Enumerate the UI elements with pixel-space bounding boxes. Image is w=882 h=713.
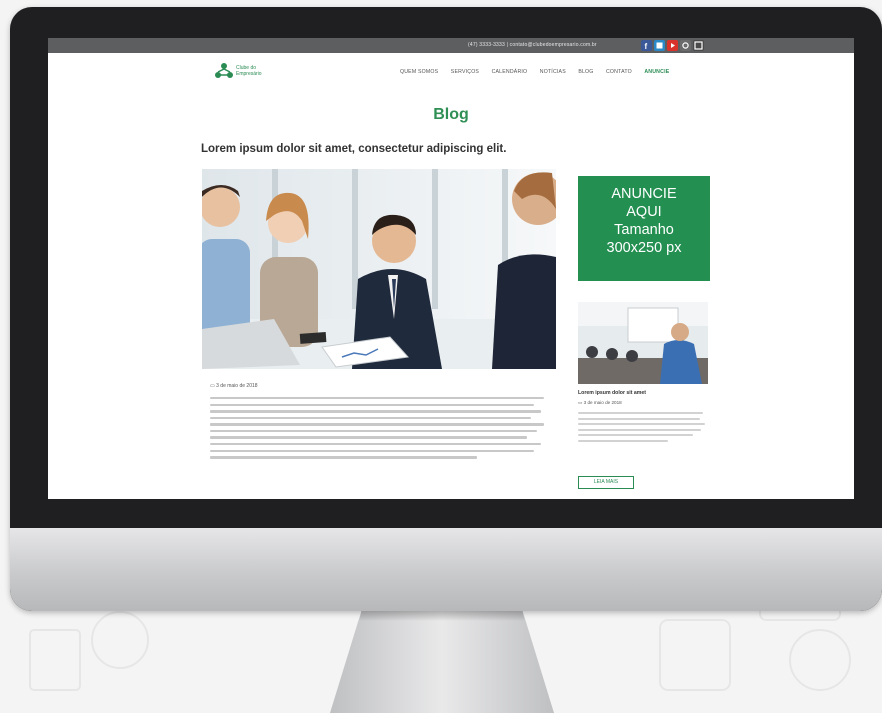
nav-item-servicos[interactable]: SERVIÇOS xyxy=(451,69,479,75)
ad-banner[interactable]: ANUNCIE AQUI Tamanho 300x250 px xyxy=(578,176,710,281)
website-screen: (47) 3333-3333 | contato@clubedoempresar… xyxy=(48,38,854,499)
nav-item-blog[interactable]: BLOG xyxy=(578,69,593,75)
nav-item-anuncie[interactable]: ANUNCIE xyxy=(644,69,669,75)
linkedin-icon[interactable] xyxy=(654,40,665,51)
logo-text: Clube do Empresário xyxy=(236,65,296,77)
post-featured-image[interactable] xyxy=(202,169,556,369)
svg-text:f: f xyxy=(645,42,648,51)
read-more-button[interactable]: LEIA MAIS xyxy=(578,476,634,489)
sidebar-post-date-text: 3 de maio de 2018 xyxy=(583,400,622,405)
nav-item-calendario[interactable]: CALENDÁRIO xyxy=(492,69,528,75)
ad-line-1: ANUNCIE xyxy=(611,186,677,202)
post-title[interactable]: Lorem ipsum dolor sit amet, consectetur … xyxy=(201,143,506,155)
sidebar-post-title[interactable]: Lorem ipsum dolor sit amet xyxy=(578,390,646,396)
site-logo[interactable]: Clube do Empresário xyxy=(214,61,294,81)
post-excerpt-text xyxy=(210,397,544,463)
monitor-stand xyxy=(330,611,554,713)
post-date: ▭ 3 de maio de 2018 xyxy=(210,383,258,389)
monitor-stand-shadow xyxy=(359,611,525,621)
ad-line-4: 300x250 px xyxy=(606,240,682,256)
nav-item-contato[interactable]: CONTATO xyxy=(606,69,632,75)
sidebar-post-image[interactable] xyxy=(578,302,708,384)
contact-info: (47) 3333-3333 | contato@clubedoempresar… xyxy=(468,42,597,48)
logo-icon xyxy=(215,63,233,78)
facebook-icon[interactable]: f xyxy=(641,40,652,51)
nav-item-quem-somos[interactable]: QUEM SOMOS xyxy=(400,69,438,75)
top-bar: (47) 3333-3333 | contato@clubedoempresar… xyxy=(48,38,854,53)
linkedin-square-icon[interactable] xyxy=(693,40,704,51)
monitor-frame: (47) 3333-3333 | contato@clubedoempresar… xyxy=(10,7,882,611)
nav-item-noticias[interactable]: NOTÍCIAS xyxy=(540,69,566,75)
logo-line-2: Empresário xyxy=(236,71,262,77)
instagram-icon[interactable] xyxy=(680,40,691,51)
youtube-icon[interactable] xyxy=(667,40,678,51)
main-nav: QUEM SOMOS SERVIÇOS CALENDÁRIO NOTÍCIAS … xyxy=(400,69,680,75)
post-date-text: 3 de maio de 2018 xyxy=(216,383,258,389)
sidebar-post-date: ▭ 3 de maio de 2018 xyxy=(578,400,622,406)
sidebar-post-excerpt xyxy=(578,412,706,446)
monitor-chin xyxy=(10,528,882,611)
ad-line-3: Tamanho xyxy=(614,222,674,238)
page-title: Blog xyxy=(433,106,469,123)
ad-line-2: AQUI xyxy=(626,204,662,220)
